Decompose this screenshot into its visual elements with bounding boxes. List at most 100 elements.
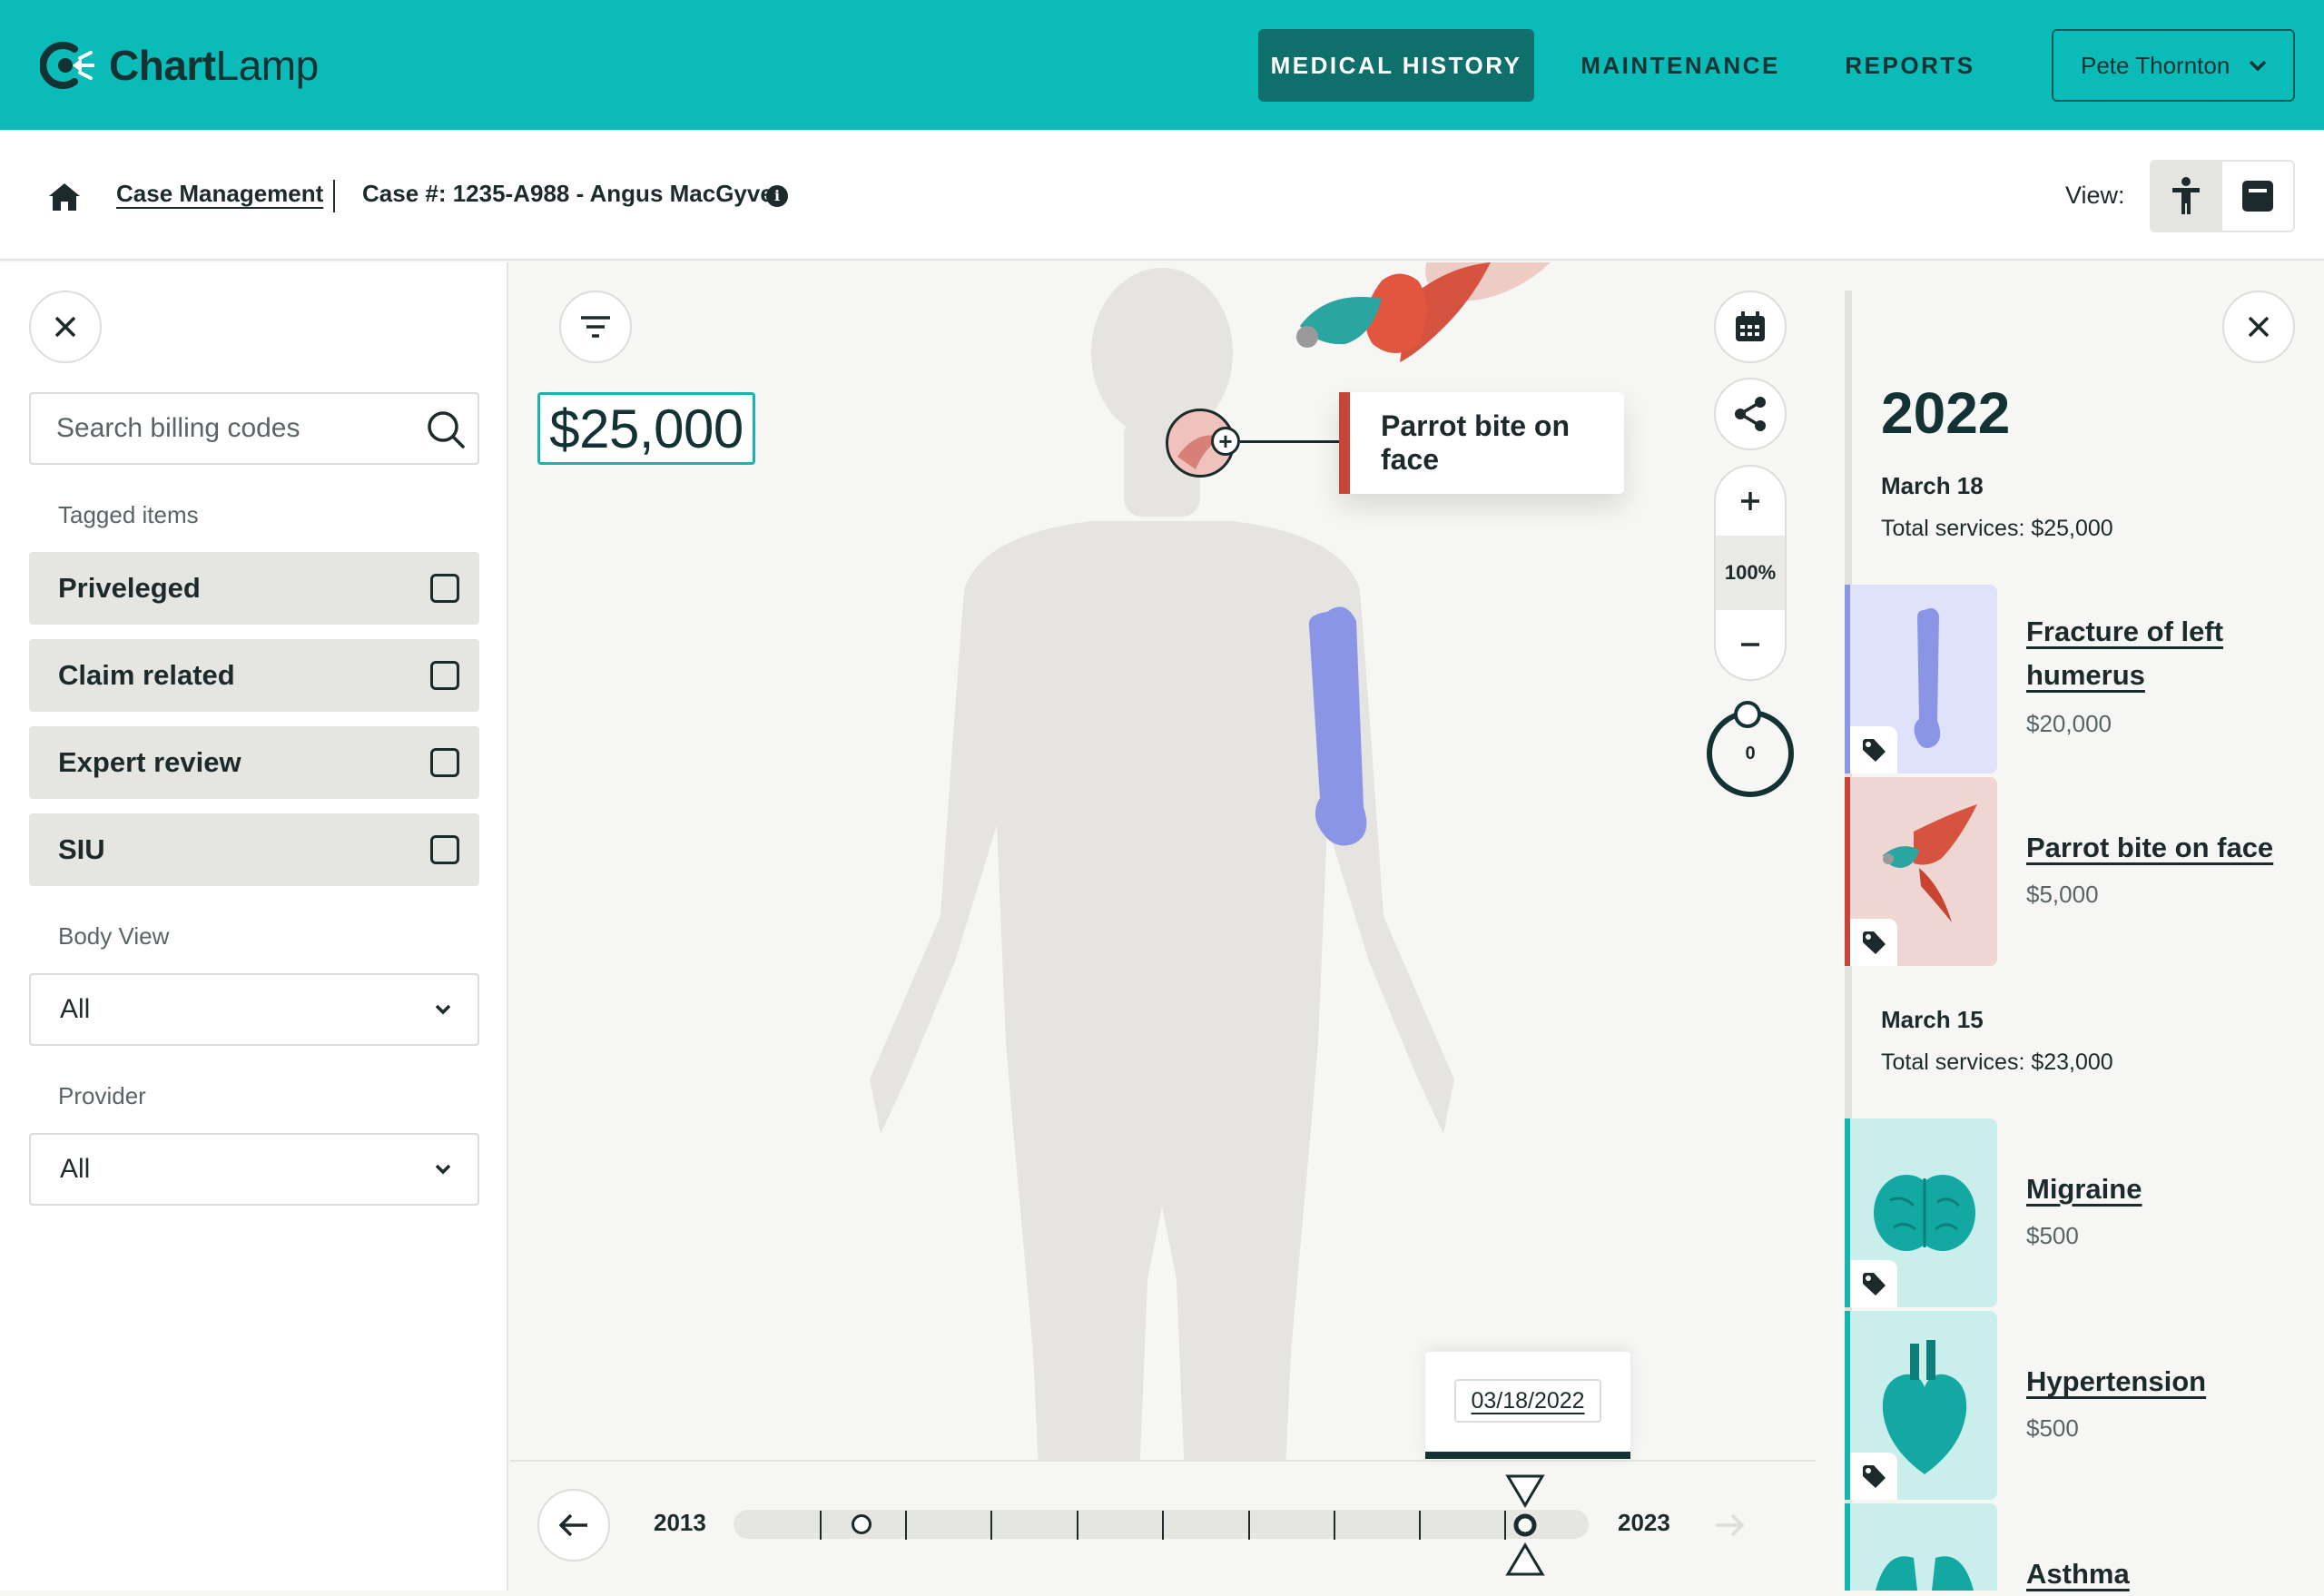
- timeline-tick: [1162, 1511, 1164, 1540]
- injury-callout[interactable]: Parrot bite on face: [1339, 392, 1624, 494]
- checkbox[interactable]: [430, 661, 459, 690]
- history-item-title[interactable]: Fracture of left humerus: [2026, 610, 2299, 697]
- arrow-right-icon[interactable]: [1714, 1512, 1745, 1538]
- tab-medical-history[interactable]: MEDICAL HISTORY: [1258, 29, 1534, 102]
- tag-icon[interactable]: [1850, 1453, 1897, 1500]
- history-total: Total services: $25,000: [1881, 516, 2113, 541]
- share-button[interactable]: [1714, 378, 1787, 450]
- history-date: March 18: [1881, 472, 1984, 499]
- timeline-tick: [1334, 1511, 1335, 1540]
- callout-connector: [1240, 440, 1340, 443]
- history-item-cost: $500: [2026, 1414, 2079, 1442]
- tag-icon[interactable]: [1850, 919, 1897, 966]
- zoom-level: 100%: [1716, 536, 1785, 610]
- user-name: Pete Thornton: [2081, 51, 2230, 79]
- history-item-title[interactable]: Migraine: [2026, 1167, 2299, 1211]
- search-input[interactable]: [56, 410, 410, 447]
- timeline-end-year: 2023: [1618, 1509, 1670, 1536]
- timeline-tick: [1248, 1511, 1250, 1540]
- history-card-thumb[interactable]: [1845, 777, 1997, 966]
- canvas-filter-button[interactable]: [559, 291, 632, 363]
- checkbox[interactable]: [430, 748, 459, 777]
- close-filter-button[interactable]: [29, 291, 102, 363]
- history-card-thumb[interactable]: [1845, 1503, 1997, 1591]
- marker-plus-icon[interactable]: +: [1211, 427, 1240, 456]
- lamp-logo-icon: [40, 42, 94, 89]
- info-icon[interactable]: i: [766, 185, 788, 207]
- search-field[interactable]: [29, 392, 479, 465]
- home-icon[interactable]: [47, 182, 82, 212]
- close-history-button[interactable]: [2222, 291, 2295, 363]
- timeline-tick: [1077, 1511, 1078, 1540]
- timeline-event-marker[interactable]: [852, 1514, 872, 1534]
- calendar-button[interactable]: [1714, 291, 1787, 363]
- zoom-in-button[interactable]: [1716, 467, 1785, 536]
- list-icon: [2242, 181, 2273, 212]
- tag-icon[interactable]: [1850, 1260, 1897, 1307]
- tag-filter-siu[interactable]: SIU: [29, 813, 479, 886]
- timeline-tick: [905, 1511, 907, 1540]
- body-view-label: Body View: [58, 922, 170, 950]
- minus-icon: [1741, 643, 1759, 646]
- tag-filter-priveleged[interactable]: Priveleged: [29, 552, 479, 625]
- tag-filter-expert-review[interactable]: Expert review: [29, 726, 479, 799]
- chevron-down-icon: [2249, 60, 2267, 72]
- timeline-tick: [990, 1511, 992, 1540]
- timeline-date-tooltip: 03/18/2022: [1425, 1352, 1630, 1459]
- history-card-thumb[interactable]: [1845, 585, 1997, 773]
- timeline-selected-handle[interactable]: [1502, 1473, 1548, 1578]
- app-logo[interactable]: ChartLamp: [40, 40, 319, 91]
- breadcrumb-case-management[interactable]: Case Management: [116, 180, 323, 208]
- body-view-select[interactable]: All: [29, 973, 479, 1046]
- tab-reports[interactable]: REPORTS: [1830, 29, 1990, 102]
- app-name: ChartLamp: [109, 42, 319, 89]
- share-icon: [1735, 397, 1766, 431]
- arrow-left-icon: [558, 1513, 587, 1537]
- calendar-icon: [1736, 311, 1765, 341]
- lungs-icon: [1876, 1556, 1974, 1591]
- history-item-cost: $500: [2026, 1222, 2079, 1249]
- filter-icon: [581, 316, 610, 338]
- history-item-cost: $5,000: [2026, 881, 2099, 908]
- view-label: View:: [2065, 182, 2125, 209]
- close-icon: [54, 316, 76, 338]
- history-date: March 15: [1881, 1006, 1984, 1033]
- history-card-thumb[interactable]: [1845, 1118, 1997, 1307]
- timeline-start-year: 2013: [654, 1509, 706, 1536]
- provider-label: Provider: [58, 1082, 146, 1109]
- history-item-title[interactable]: Asthma: [2026, 1552, 2299, 1596]
- close-icon: [2248, 316, 2270, 338]
- view-list-button[interactable]: [2222, 160, 2295, 232]
- history-item-cost: $20,000: [2026, 710, 2112, 737]
- body-icon: [2172, 177, 2200, 214]
- history-item-title[interactable]: Hypertension: [2026, 1360, 2299, 1404]
- tag-icon[interactable]: [1850, 726, 1897, 773]
- history-item-title[interactable]: Parrot bite on face: [2026, 826, 2299, 870]
- view-body-button[interactable]: [2150, 160, 2222, 232]
- selected-date[interactable]: 03/18/2022: [1454, 1379, 1601, 1423]
- timeline-tick: [1419, 1511, 1421, 1540]
- history-card-thumb[interactable]: [1845, 1311, 1997, 1500]
- user-menu-dropdown[interactable]: Pete Thornton: [2052, 29, 2295, 102]
- plus-icon: [1741, 492, 1759, 510]
- zoom-out-button[interactable]: [1716, 610, 1785, 679]
- rotation-dial-handle[interactable]: [1734, 701, 1761, 728]
- total-amount: $25,000: [537, 392, 755, 465]
- timeline-prev-button[interactable]: [537, 1489, 610, 1562]
- zoom-controls: 100%: [1714, 465, 1787, 681]
- checkbox[interactable]: [430, 574, 459, 603]
- breadcrumb-bar: [0, 130, 2324, 261]
- tag-filter-claim-related[interactable]: Claim related: [29, 639, 479, 712]
- hourglass-handle-icon: [1505, 1474, 1545, 1576]
- tab-maintenance[interactable]: MAINTENANCE: [1576, 29, 1785, 102]
- chevron-down-icon: [435, 1164, 451, 1175]
- timeline-tick: [820, 1511, 822, 1540]
- provider-select[interactable]: All: [29, 1133, 479, 1206]
- checkbox[interactable]: [430, 835, 459, 864]
- tagged-items-label: Tagged items: [58, 501, 199, 528]
- case-title: Case #: 1235-A988 - Angus MacGyver: [362, 180, 783, 207]
- chevron-down-icon: [435, 1004, 451, 1015]
- history-year: 2022: [1881, 380, 2011, 446]
- search-icon[interactable]: [425, 409, 467, 450]
- history-total: Total services: $23,000: [1881, 1049, 2113, 1075]
